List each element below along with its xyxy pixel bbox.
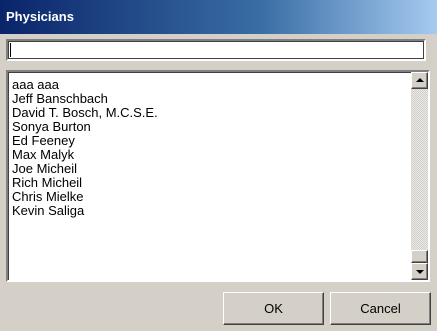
list-item[interactable]: Chris Mielke	[9, 190, 411, 204]
scroll-up-button[interactable]	[411, 72, 428, 89]
list-item[interactable]: Sonya Burton	[9, 120, 411, 134]
arrow-down-icon	[416, 270, 424, 274]
ok-button[interactable]: OK	[223, 292, 324, 325]
vertical-scrollbar[interactable]	[411, 72, 428, 280]
scroll-down-button[interactable]	[411, 263, 428, 280]
cancel-button[interactable]: Cancel	[330, 292, 431, 325]
list-item[interactable]: Ed Feeney	[9, 134, 411, 148]
list-item[interactable]: aaa aaa	[9, 78, 411, 92]
search-input[interactable]	[6, 39, 426, 61]
list-item[interactable]: Kevin Saliga	[9, 204, 411, 218]
list-item[interactable]: Rich Micheil	[9, 176, 411, 190]
list-item[interactable]: Max Malyk	[9, 148, 411, 162]
text-caret	[10, 43, 11, 57]
title-bar[interactable]: Physicians	[0, 0, 437, 34]
listbox-content: aaa aaa Jeff Banschbach David T. Bosch, …	[8, 72, 411, 280]
list-item[interactable]: Jeff Banschbach	[9, 92, 411, 106]
arrow-up-icon	[416, 78, 424, 82]
list-items-container: aaa aaa Jeff Banschbach David T. Bosch, …	[9, 73, 411, 218]
physicians-listbox[interactable]: aaa aaa Jeff Banschbach David T. Bosch, …	[6, 70, 430, 282]
list-item[interactable]: David T. Bosch, M.C.S.E.	[9, 106, 411, 120]
window-title: Physicians	[6, 9, 74, 24]
scroll-thumb[interactable]	[411, 250, 428, 263]
list-item[interactable]: Joe Micheil	[9, 162, 411, 176]
